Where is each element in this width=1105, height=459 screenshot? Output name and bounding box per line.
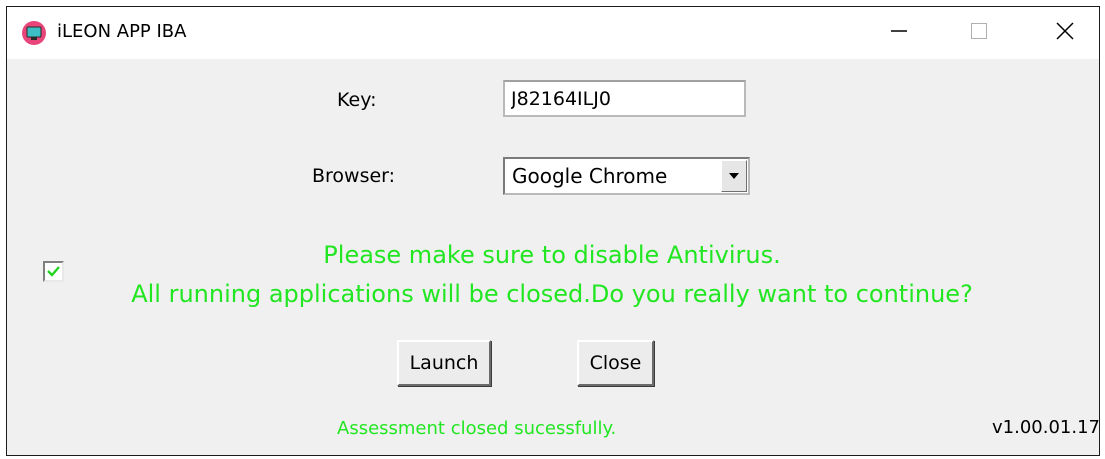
maximize-icon — [969, 21, 989, 45]
maximize-button[interactable] — [951, 7, 1007, 59]
browser-label: Browser: — [312, 165, 396, 187]
title-bar[interactable]: iLEON APP IBA — [7, 7, 1099, 59]
key-input[interactable] — [503, 80, 746, 117]
close-window-button[interactable] — [1037, 7, 1093, 59]
minimize-icon — [889, 21, 909, 45]
app-icon — [21, 20, 47, 46]
close-icon — [1054, 20, 1076, 46]
antivirus-warning: Please make sure to disable Antivirus. — [323, 241, 781, 269]
browser-selected-value: Google Chrome — [512, 164, 668, 188]
minimize-button[interactable] — [871, 7, 927, 59]
key-label: Key: — [337, 89, 377, 111]
confirm-checkbox[interactable] — [43, 261, 64, 282]
app-window: iLEON APP IBA Key: Browser: Google Chrom… — [6, 6, 1100, 456]
dropdown-arrow-icon[interactable] — [721, 160, 747, 192]
close-button[interactable]: Close — [577, 340, 654, 386]
launch-button[interactable]: Launch — [397, 340, 491, 386]
version-label: v1.00.01.17 — [992, 417, 1100, 438]
status-message: Assessment closed sucessfully. — [337, 418, 617, 439]
window-title: iLEON APP IBA — [57, 21, 187, 42]
browser-select[interactable]: Google Chrome — [503, 157, 750, 195]
close-apps-warning: All running applications will be closed.… — [131, 280, 973, 308]
